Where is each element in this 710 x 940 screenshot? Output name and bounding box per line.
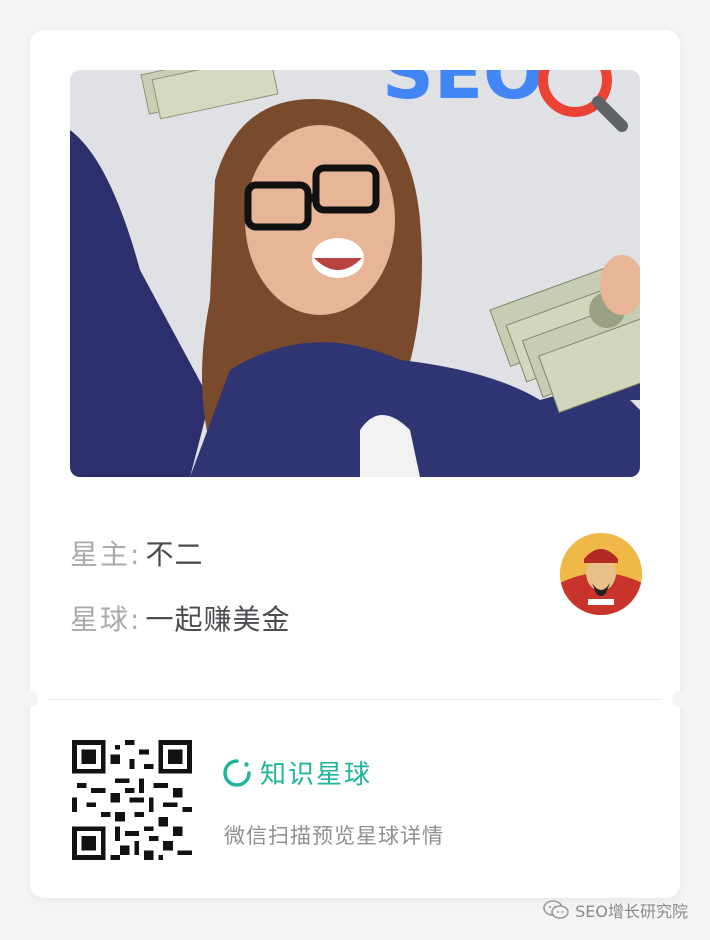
card-divider	[48, 699, 662, 700]
owner-row: 星主: 不二	[70, 533, 203, 573]
planet-label: 星球:	[70, 603, 142, 636]
left-notch	[22, 691, 38, 707]
account-name: SEO增长研究院	[575, 902, 688, 921]
planet-card: SEO 星主: 不二 星球: 一起赚美金 知识星球 微信扫描预览星球详情	[22, 30, 688, 898]
brand-name: 知识星球	[260, 760, 373, 790]
wechat-icon	[543, 900, 569, 919]
owner-avatar	[560, 533, 642, 615]
account-footer[interactable]: SEO增长研究院	[543, 898, 688, 922]
planet-logo-icon	[223, 758, 251, 787]
owner-label: 星主:	[70, 538, 142, 571]
owner-value: 不二	[145, 538, 204, 571]
seo-logo-text: SEO	[382, 70, 544, 115]
scan-hint: 微信扫描预览星球详情	[224, 824, 444, 848]
hero-image: SEO	[70, 70, 640, 477]
knowledge-planet-brand: 知识星球	[222, 754, 372, 791]
planet-value: 一起赚美金	[145, 603, 291, 636]
qr-code[interactable]	[72, 740, 192, 860]
planet-row: 星球: 一起赚美金	[70, 598, 290, 638]
right-notch	[672, 691, 688, 707]
